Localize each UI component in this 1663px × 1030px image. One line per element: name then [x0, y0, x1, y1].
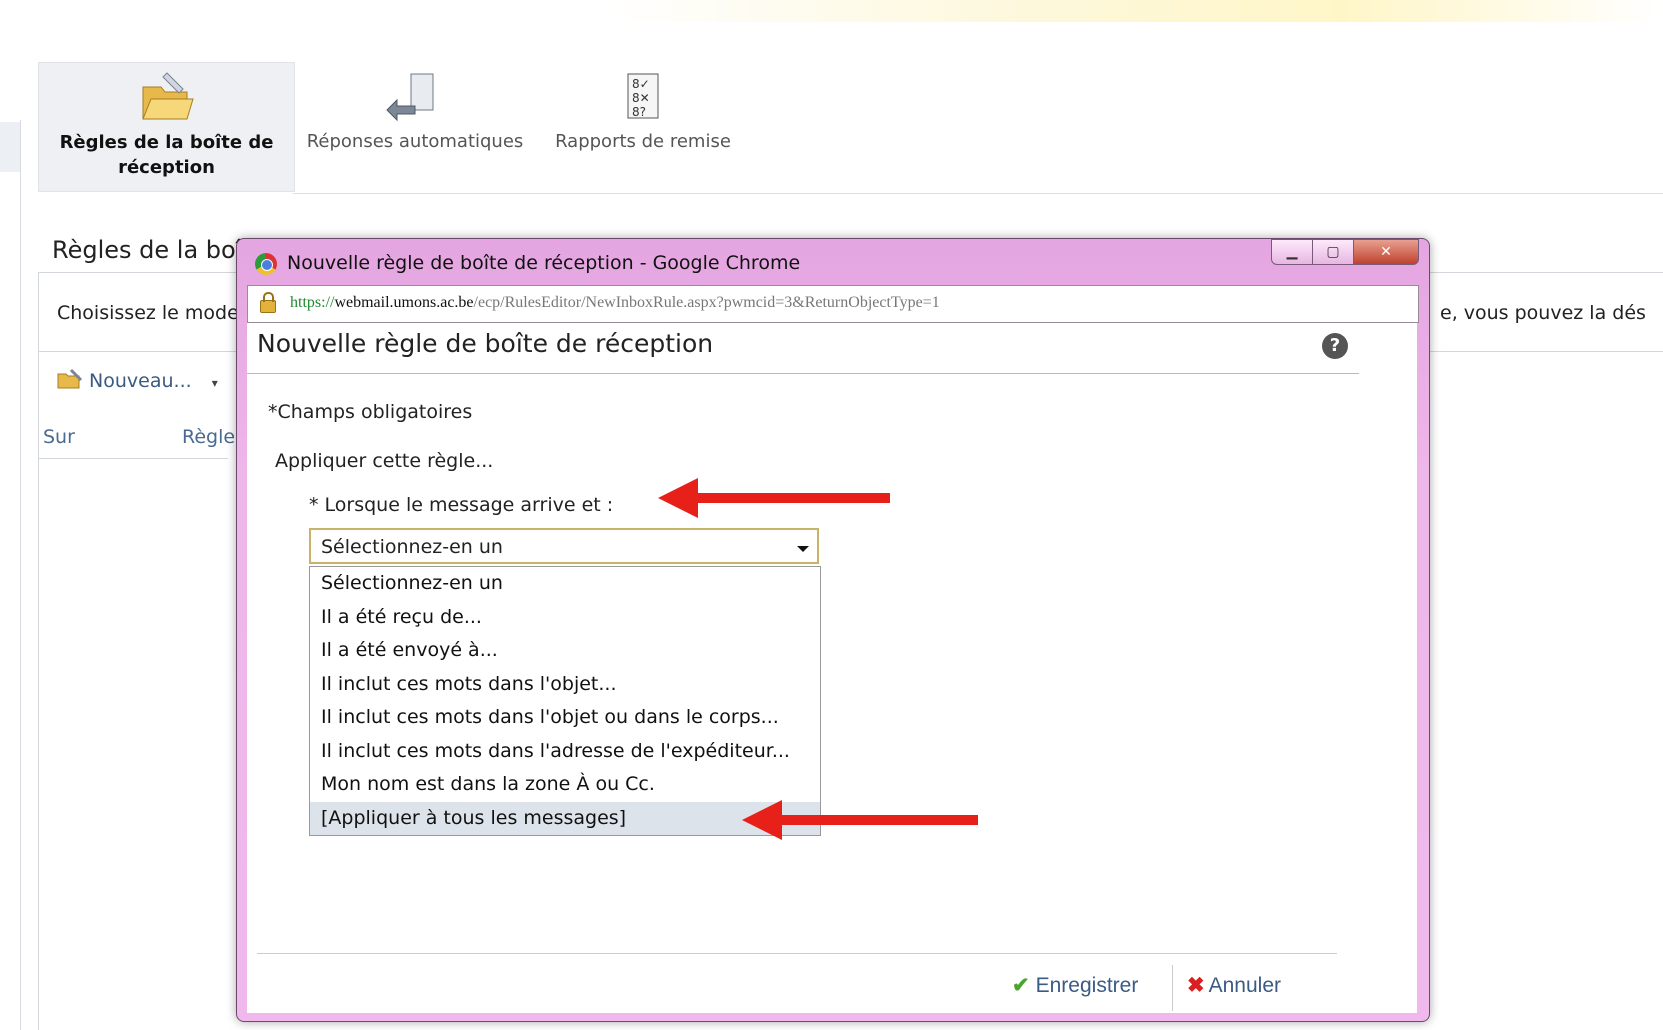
url-text: https://webmail.umons.ac.be/ecp/RulesEdi… — [290, 294, 940, 311]
dropdown-option[interactable]: Il inclut ces mots dans l'objet... — [310, 668, 820, 702]
inbox-rules-tab[interactable]: Règles de la boîte de réception — [38, 62, 295, 192]
annotation-arrow-icon — [658, 478, 890, 518]
delivery-reports-tab[interactable]: 8✓ 8✕ 8? Rapports de remise — [548, 62, 738, 190]
close-button[interactable]: ✕ — [1353, 239, 1419, 265]
window-title: Nouvelle règle de boîte de réception - G… — [287, 252, 801, 274]
dropdown-option[interactable]: Il a été reçu de... — [310, 601, 820, 635]
folder-icon — [141, 72, 194, 120]
help-icon[interactable]: ? — [1322, 333, 1348, 359]
chevron-down-icon[interactable]: ▾ — [212, 376, 218, 390]
footer-separator — [1172, 965, 1173, 1011]
panel-divider-left — [38, 272, 39, 1030]
checklist-icon: 8✓ 8✕ 8? — [627, 73, 659, 119]
address-bar[interactable]: https://webmail.umons.ac.be/ecp/RulesEdi… — [247, 285, 1419, 323]
ribbon-divider — [293, 193, 1663, 194]
dropdown-option[interactable]: Sélectionnez-en un — [310, 567, 820, 601]
new-folder-icon — [57, 368, 83, 389]
page-description: Choisissez le mode — [57, 302, 239, 324]
required-note: *Champs obligatoires — [268, 401, 473, 423]
lock-icon — [260, 292, 276, 313]
cancel-button[interactable]: ✖ Annuler — [1187, 973, 1281, 998]
svg-text:8✓: 8✓ — [632, 77, 650, 91]
header-divider — [38, 458, 228, 459]
auto-replies-tab[interactable]: Réponses automatiques — [300, 62, 530, 190]
auto-replies-label: Réponses automatiques — [306, 131, 524, 152]
cancel-label: Annuler — [1208, 974, 1281, 997]
when-label: * Lorsque le message arrive et : — [309, 494, 614, 516]
chrome-icon — [255, 253, 277, 275]
dropdown-option[interactable]: Il a été envoyé à... — [310, 634, 820, 668]
delivery-reports-label: Rapports de remise — [555, 131, 731, 152]
checkmark-icon: ✔ — [1012, 974, 1030, 997]
new-rule-label: Nouveau... — [89, 370, 192, 392]
condition-dropdown-list: Sélectionnez-en un Il a été reçu de... I… — [309, 566, 821, 836]
top-glow — [600, 0, 1663, 22]
column-rule[interactable]: Règle — [182, 426, 235, 448]
dropdown-option[interactable]: Il inclut ces mots dans l'objet ou dans … — [310, 701, 820, 735]
left-edge — [0, 122, 20, 172]
red-x-icon: ✖ — [1187, 974, 1205, 997]
condition-select-value: Sélectionnez-en un — [321, 536, 503, 558]
save-button[interactable]: ✔ Enregistrer — [1012, 973, 1138, 998]
column-on[interactable]: Sur — [43, 426, 75, 448]
page-description-tail: e, vous pouvez la dés — [1440, 302, 1646, 324]
auto-reply-icon — [386, 73, 434, 122]
dropdown-option[interactable]: Mon nom est dans la zone À ou Cc. — [310, 768, 820, 802]
dialog-title: Nouvelle règle de boîte de réception — [257, 329, 714, 358]
title-divider — [247, 373, 1359, 374]
left-divider — [20, 120, 21, 1030]
apply-rule-label: Appliquer cette règle... — [275, 450, 494, 472]
footer-divider — [257, 953, 1337, 954]
window-controls: ▁ ▢ ✕ — [1271, 239, 1419, 265]
page-title: Règles de la boî — [52, 236, 243, 264]
inbox-rules-label-1: Règles de la boîte de — [59, 132, 274, 153]
inbox-rules-label-2: réception — [118, 157, 215, 178]
annotation-arrow-icon — [742, 800, 978, 840]
dropdown-option[interactable]: Il inclut ces mots dans l'adresse de l'e… — [310, 735, 820, 769]
svg-text:8✕: 8✕ — [632, 91, 650, 105]
minimize-button[interactable]: ▁ — [1271, 239, 1313, 265]
popup-window: Nouvelle règle de boîte de réception - G… — [236, 238, 1430, 1022]
svg-text:8?: 8? — [632, 105, 646, 119]
chevron-down-icon[interactable] — [797, 546, 809, 552]
dialog-margin — [1359, 323, 1417, 1013]
new-rule-button[interactable]: Nouveau... ▾ — [57, 368, 218, 392]
maximize-button[interactable]: ▢ — [1312, 239, 1354, 265]
dialog-content: Nouvelle règle de boîte de réception ? *… — [247, 323, 1359, 1013]
save-label: Enregistrer — [1035, 974, 1139, 997]
condition-select[interactable]: Sélectionnez-en un — [309, 528, 819, 564]
